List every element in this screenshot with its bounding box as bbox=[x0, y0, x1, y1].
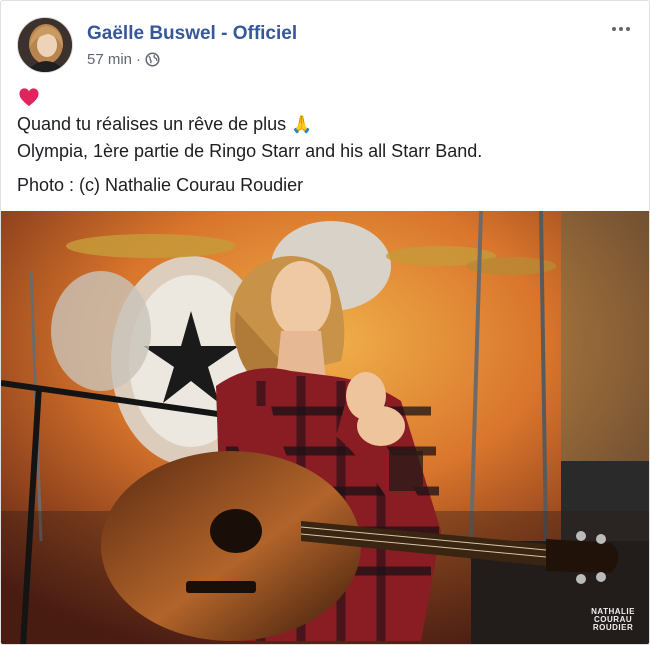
photo-credit: Photo : (c) Nathalie Courau Roudier bbox=[17, 175, 304, 195]
post-header: Gaëlle Buswel - Officiel 57 min · bbox=[17, 17, 635, 75]
more-options-icon[interactable] bbox=[607, 19, 635, 39]
heart-emoji-icon bbox=[19, 88, 39, 107]
more-dot bbox=[619, 27, 623, 31]
watermark-line: ROUDIER bbox=[592, 623, 634, 632]
praying-hands-emoji: 🙏 bbox=[291, 115, 313, 134]
post-line-2: Olympia, 1ère partie de Ringo Starr and … bbox=[17, 141, 483, 161]
author-avatar[interactable] bbox=[17, 17, 73, 73]
more-dot bbox=[612, 27, 616, 31]
more-dot bbox=[626, 27, 630, 31]
post-line-1: Quand tu réalises un rêve de plus 🙏 bbox=[17, 111, 637, 138]
meta-separator: · bbox=[136, 51, 142, 68]
post-timestamp[interactable]: 57 min bbox=[87, 51, 132, 68]
globe-icon[interactable] bbox=[145, 52, 160, 67]
avatar-portrait bbox=[18, 18, 72, 72]
post-line-1-text: Quand tu réalises un rêve de plus bbox=[17, 114, 287, 134]
facebook-post: Gaëlle Buswel - Officiel 57 min · Quand … bbox=[0, 0, 650, 645]
photo-watermark: NATHALIE COURAU ROUDIER bbox=[591, 608, 635, 632]
post-text: Quand tu réalises un rêve de plus 🙏 Olym… bbox=[17, 87, 637, 198]
author-name-link[interactable]: Gaëlle Buswel - Officiel bbox=[87, 23, 297, 45]
post-photo[interactable] bbox=[1, 211, 650, 645]
post-meta: 57 min · bbox=[87, 51, 160, 68]
